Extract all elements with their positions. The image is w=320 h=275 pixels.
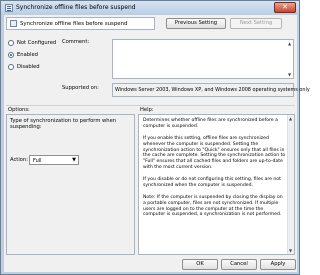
divider: [6, 105, 295, 106]
scroll-up-icon[interactable]: ▲: [286, 40, 293, 47]
action-value: Full: [33, 158, 42, 164]
help-pane: Determines whether offline files are syn…: [138, 114, 295, 255]
setting-name: Synchronize offline files before suspend: [20, 21, 128, 27]
options-pane: Type of synchronization to perform when …: [6, 114, 135, 255]
radio-disabled[interactable]: Disabled: [8, 64, 40, 70]
comment-label: Comment:: [62, 39, 90, 45]
setting-name-box: Synchronize offline files before suspend: [6, 17, 155, 30]
supported-on-label: Supported on:: [62, 85, 99, 91]
radio-label: Not Configured: [17, 40, 57, 46]
setting-icon: [10, 20, 17, 27]
scroll-up-icon[interactable]: ▲: [287, 115, 294, 122]
dialog-window: Synchronize offline files before suspend…: [0, 0, 310, 275]
radio-label: Enabled: [17, 52, 38, 58]
dialog-body: Synchronize offline files before suspend…: [4, 15, 310, 272]
help-scrollbar[interactable]: ▲ ▼: [287, 115, 294, 254]
window-title: Synchronize offline files before suspend: [16, 4, 136, 11]
policy-icon: [5, 4, 13, 12]
supported-on-field: Windows Server 2003, Windows XP, and Win…: [112, 83, 310, 97]
options-header: Options:: [8, 107, 30, 113]
radio-button[interactable]: [8, 40, 14, 46]
ok-button[interactable]: OK: [182, 259, 218, 270]
radio-button-selected[interactable]: [8, 52, 14, 58]
title-bar[interactable]: Synchronize offline files before suspend…: [1, 1, 299, 15]
cancel-button[interactable]: Cancel: [221, 259, 257, 270]
radio-not-configured[interactable]: Not Configured: [8, 40, 56, 46]
scroll-down-icon[interactable]: ▼: [286, 71, 293, 78]
help-header: Help:: [140, 107, 154, 113]
close-button[interactable]: ✕: [274, 2, 296, 13]
chevron-down-icon: ▼: [72, 157, 76, 163]
help-paragraph: Determines whether offline files are syn…: [143, 118, 278, 129]
help-paragraph: If you disable or do not configuring thi…: [143, 177, 281, 188]
apply-button[interactable]: Apply: [260, 259, 296, 270]
help-paragraph: Note: If the computer is suspended by cl…: [143, 194, 283, 218]
radio-label: Disabled: [17, 64, 40, 70]
previous-setting-button[interactable]: Previous Setting: [166, 18, 226, 29]
action-select[interactable]: Full ▼: [29, 155, 79, 165]
help-paragraph: If you enable this setting, offline file…: [143, 135, 286, 171]
supported-on-value: Windows Server 2003, Windows XP, and Win…: [115, 87, 310, 93]
radio-enabled[interactable]: Enabled: [8, 52, 38, 58]
comment-field[interactable]: ▲ ▼: [112, 39, 294, 79]
next-setting-button[interactable]: Next Setting: [230, 18, 282, 29]
radio-button[interactable]: [8, 64, 14, 70]
options-description: Type of synchronization to perform when …: [10, 118, 117, 131]
action-label: Action:: [10, 157, 28, 163]
scroll-down-icon[interactable]: ▼: [287, 247, 294, 254]
help-text: Determines whether offline files are syn…: [143, 118, 286, 224]
